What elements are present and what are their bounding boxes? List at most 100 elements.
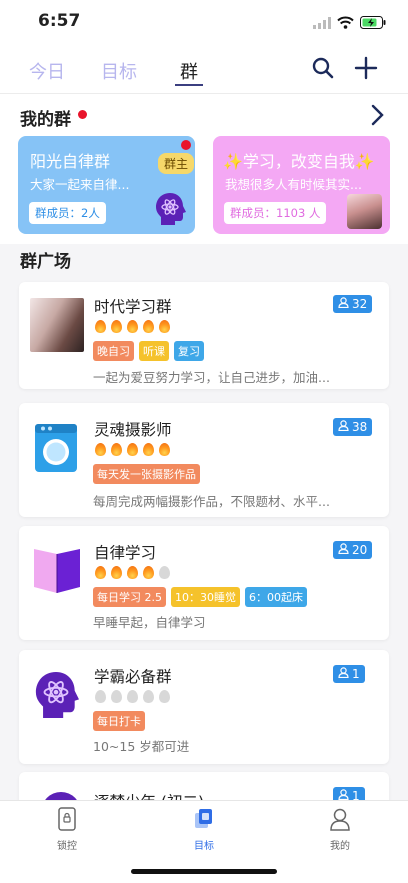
group-tag: 听课: [139, 341, 169, 361]
flame-icon: [157, 442, 172, 457]
member-count-badge: 1: [333, 665, 365, 683]
unread-dot: [181, 140, 191, 150]
my-groups-more-button[interactable]: [370, 104, 384, 130]
member-count-badge: 38: [333, 418, 373, 436]
flame-icon: [125, 442, 140, 457]
flame-icon: [157, 689, 172, 704]
activity-flames: [93, 442, 172, 457]
home-indicator: [131, 869, 277, 874]
member-count-label: 群成员：1103 人: [224, 202, 327, 224]
tabbar-label: 锁控: [57, 841, 77, 852]
group-name: 学霸必备群: [94, 668, 172, 686]
search-button[interactable]: [311, 56, 337, 82]
group-tag: 6：00起床: [245, 587, 307, 607]
tab-goals[interactable]: 目标: [101, 58, 137, 84]
flame-icon: [125, 689, 140, 704]
group-tags: 晚自习 听课 复习: [93, 341, 204, 361]
flame-icon: [157, 565, 172, 580]
person-icon: [338, 543, 349, 557]
plus-icon: [354, 56, 378, 84]
activity-flames: [93, 565, 172, 580]
my-group-title: ✨学习，改变自我✨: [223, 152, 375, 171]
group-card-top-student[interactable]: 学霸必备群 1 每日打卡 10~15 岁都可进: [19, 650, 389, 764]
group-card-times-study[interactable]: 时代学习群 32 晚自习 听课 复习 一起为爱豆努力学习，让自己进步，加油...: [19, 282, 389, 389]
person-icon: [338, 667, 349, 681]
flame-icon: [141, 319, 156, 334]
member-count-badge: 20: [333, 541, 373, 559]
layers-icon: [193, 809, 215, 835]
group-tags: 每日打卡: [93, 711, 145, 731]
member-count: 20: [352, 543, 368, 557]
flame-icon: [141, 565, 156, 580]
phone-lock-icon: [57, 807, 77, 835]
group-description: 每周完成两幅摄影作品，不限题材、水平...: [93, 494, 330, 509]
flame-icon: [157, 319, 172, 334]
tab-groups[interactable]: 群: [180, 58, 198, 84]
group-card-self-discipline[interactable]: 自律学习 20 每日学习 2.5 10：30睡觉 6：00起床 早睡早起，自律学…: [19, 526, 389, 640]
flame-icon: [141, 442, 156, 457]
tab-today[interactable]: 今日: [29, 58, 65, 84]
group-tags: 每日学习 2.5 10：30睡觉 6：00起床: [93, 587, 307, 607]
member-count-label: 群成员：2人: [29, 202, 106, 224]
group-tag: 晚自习: [93, 341, 134, 361]
tabbar-label: 目标: [194, 841, 214, 852]
group-tag: 每日打卡: [93, 711, 145, 731]
chevron-right-icon: [370, 104, 384, 130]
group-thumbnail-photo: [30, 298, 84, 352]
washing-machine-icon: [34, 423, 88, 477]
search-icon: [311, 57, 335, 84]
wifi-icon: [337, 14, 354, 33]
group-name: 时代学习群: [94, 298, 172, 316]
book-icon: [32, 548, 86, 602]
group-description: 一起为爱豆努力学习，让自己进步，加油...: [93, 370, 330, 385]
tabbar-label: 我的: [330, 841, 350, 852]
flame-icon: [109, 565, 124, 580]
atom-head-icon: [154, 192, 186, 230]
group-tags: 每天发一张摄影作品: [93, 464, 200, 484]
person-icon: [338, 297, 349, 311]
flame-icon: [109, 689, 124, 704]
group-name: 自律学习: [94, 544, 157, 562]
tabbar-item-goals[interactable]: 目标: [174, 807, 234, 852]
group-description: 早睡早起，自律学习: [93, 615, 206, 630]
flame-icon: [93, 689, 108, 704]
flame-icon: [93, 319, 108, 334]
status-time: 6:57: [38, 11, 81, 31]
top-navigation: 今日 目标 群: [0, 44, 408, 94]
group-card-soul-photographer[interactable]: 灵魂摄影师 38 每天发一张摄影作品 每周完成两幅摄影作品，不限题材、水平...: [19, 403, 389, 517]
group-avatar-image: [347, 194, 382, 229]
tabbar-item-lock[interactable]: 锁控: [37, 807, 97, 852]
group-tag: 10：30睡觉: [171, 587, 240, 607]
my-group-card-study[interactable]: ✨学习，改变自我✨ 我想很多人有时候其实... 群成员：1103 人: [213, 136, 390, 234]
status-icons: [313, 14, 386, 33]
square-title: 群广场: [20, 252, 71, 272]
atom-head-icon: [33, 670, 87, 724]
add-button[interactable]: [354, 56, 380, 82]
person-icon: [338, 420, 349, 434]
my-group-card-sunshine[interactable]: 阳光自律群 大家一起来自律... 群成员：2人 群主: [18, 136, 195, 234]
tabbar-item-profile[interactable]: 我的: [310, 807, 370, 852]
flame-icon: [141, 689, 156, 704]
my-group-title: 阳光自律群: [30, 152, 111, 171]
new-dot-badge: [78, 110, 87, 119]
flame-icon: [93, 565, 108, 580]
user-icon: [329, 808, 351, 835]
signal-icon: [313, 14, 331, 33]
member-count: 1: [352, 667, 360, 681]
flame-icon: [93, 442, 108, 457]
activity-flames: [93, 689, 172, 704]
activity-flames: [93, 319, 172, 334]
flame-icon: [109, 442, 124, 457]
group-name: 灵魂摄影师: [94, 421, 172, 439]
owner-badge: 群主: [158, 153, 195, 174]
flame-icon: [125, 565, 140, 580]
flame-icon: [109, 319, 124, 334]
group-tag: 每天发一张摄影作品: [93, 464, 200, 484]
group-description: 10~15 岁都可进: [93, 739, 190, 754]
active-tab-indicator: [175, 84, 203, 86]
member-count: 38: [352, 420, 368, 434]
battery-icon: [360, 14, 386, 33]
my-groups-title: 我的群: [20, 110, 71, 130]
member-count-badge: 32: [333, 295, 373, 313]
group-tag: 每日学习 2.5: [93, 587, 166, 607]
